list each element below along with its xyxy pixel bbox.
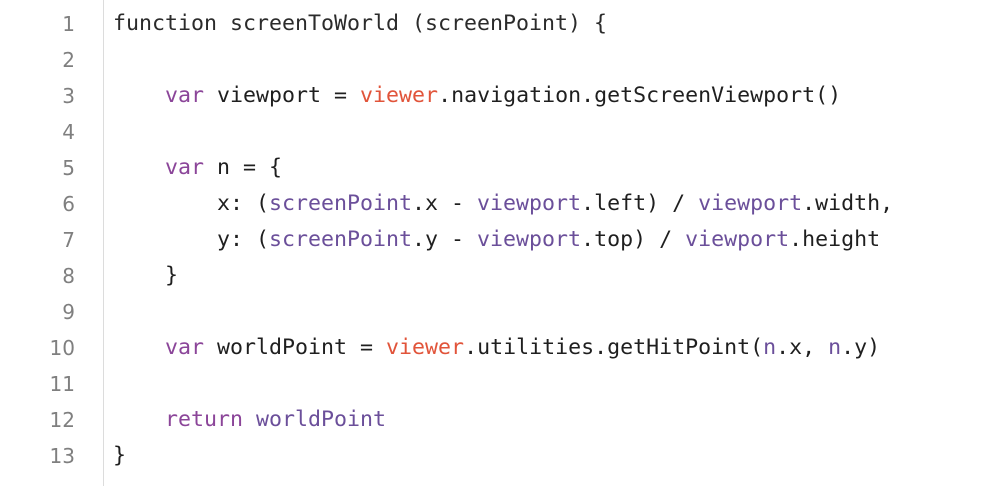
line-number: 7 [62,228,75,252]
line-number: 11 [49,372,75,396]
code-text: .x, [776,335,829,360]
code-text: worldPoint = [204,335,387,360]
code-line[interactable]: 8 } [0,258,988,294]
line-number: 3 [62,84,75,108]
code-text: .height [789,227,881,252]
code-text: .x - [412,191,478,216]
code-line[interactable]: 1 function screenToWorld (screenPoint) { [0,6,988,42]
code-line[interactable]: 11 [0,366,988,402]
code-text: viewport = [204,83,361,108]
code-text: .utilities.getHitPoint( [464,335,764,360]
code-text: } [113,443,127,468]
code-line-text[interactable]: } [113,258,178,294]
code-line-text[interactable]: function screenToWorld (screenPoint) { [113,6,607,42]
code-line[interactable]: 12 return worldPoint [0,402,988,438]
variable-token: screenPoint [269,227,413,252]
keyword-token: var [165,335,205,360]
code-text: y: ( [113,227,270,252]
code-editor[interactable]: 1 function screenToWorld (screenPoint) { 2… [0,0,988,486]
variable-token: worldPoint [256,407,387,432]
code-line-text[interactable]: return worldPoint [113,402,386,438]
keyword-token: var [165,83,205,108]
code-line-text[interactable]: } [113,438,126,474]
code-line[interactable]: 5 var n = { [0,150,988,186]
function-declaration-token: function screenToWorld (screenPoint) { [113,11,608,36]
code-line[interactable]: 7 y: (screenPoint.y - viewport.top) / vi… [0,222,988,258]
variable-token: n [763,335,777,360]
variable-token: viewport [698,191,803,216]
code-text: n = { [204,155,283,180]
code-lines[interactable]: 1 function screenToWorld (screenPoint) { 2… [0,6,988,474]
code-line[interactable]: 2 [0,42,988,78]
keyword-token: return [165,407,244,432]
code-text: .left) / [581,191,699,216]
line-number: 5 [62,156,75,180]
code-text: .y) [841,335,881,360]
line-number: 12 [49,408,75,432]
line-number: 10 [49,336,75,360]
code-line-text[interactable]: x: (screenPoint.x - viewport.left) / vie… [113,186,893,222]
variable-token: viewport [685,227,790,252]
code-text: .width, [802,191,894,216]
code-text: } [113,263,179,288]
code-line[interactable]: 3 var viewport = viewer.navigation.getSc… [0,78,988,114]
code-line-text[interactable]: var viewport = viewer.navigation.getScre… [113,78,841,114]
code-line[interactable]: 10 var worldPoint = viewer.utilities.get… [0,330,988,366]
code-text: .y - [412,227,478,252]
line-number: 6 [62,192,75,216]
code-line[interactable]: 9 [0,294,988,330]
code-line[interactable]: 13} [0,438,988,474]
variable-token: screenPoint [269,191,413,216]
global-object-token: viewer [360,83,439,108]
line-number: 8 [62,264,75,288]
variable-token: viewport [477,227,582,252]
code-text: .top) / [581,227,686,252]
keyword-token: var [165,155,205,180]
global-object-token: viewer [386,335,465,360]
code-line[interactable]: 6 x: (screenPoint.x - viewport.left) / v… [0,186,988,222]
variable-token: n [828,335,842,360]
code-line-text[interactable]: var n = { [113,150,282,186]
code-text: x: ( [113,191,270,216]
variable-token: viewport [477,191,582,216]
line-number: 1 [62,12,75,36]
code-text: .navigation.getScreenViewport() [438,83,842,108]
line-number: 4 [62,120,75,144]
line-number: 2 [62,48,75,72]
line-number: 13 [49,444,75,468]
line-number: 9 [62,300,75,324]
code-line-text[interactable]: y: (screenPoint.y - viewport.top) / view… [113,222,880,258]
code-line[interactable]: 4 [0,114,988,150]
code-line-text[interactable]: var worldPoint = viewer.utilities.getHit… [113,330,880,366]
